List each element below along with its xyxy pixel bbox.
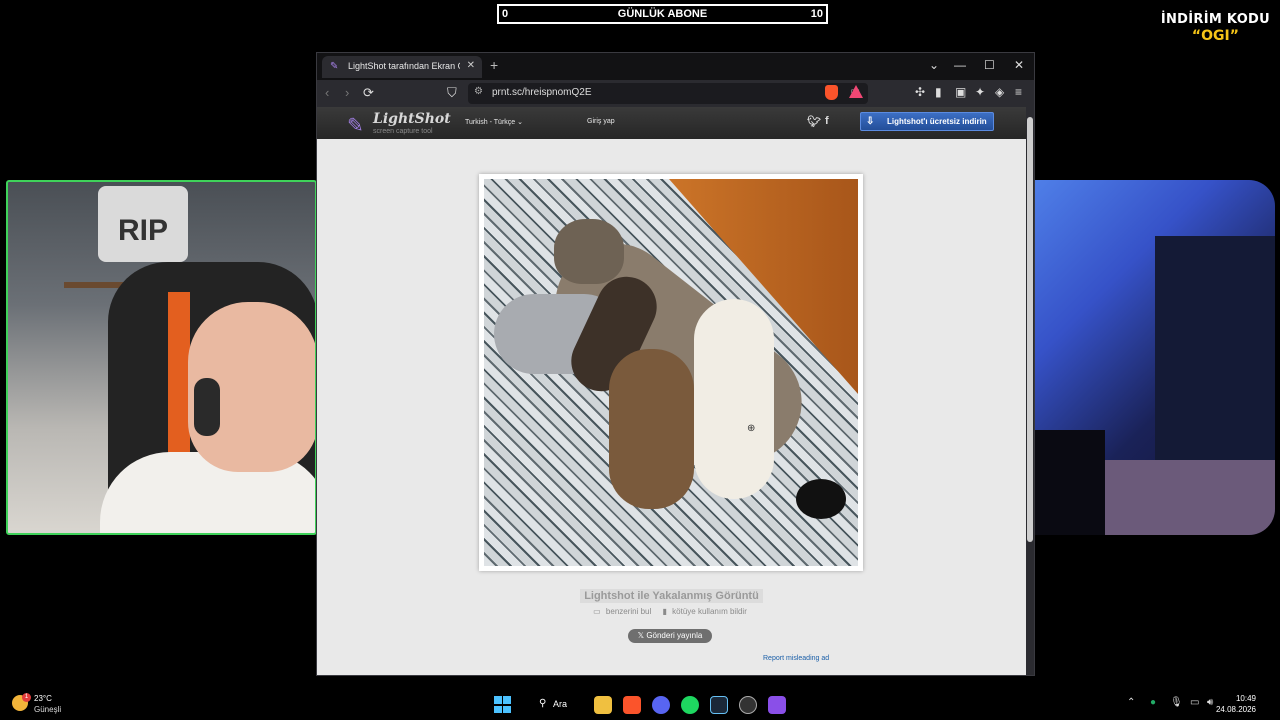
chevron-down-icon: ⌄ — [517, 119, 524, 126]
tab-strip: ✎ LightShot tarafından Ekran Görüntüsü ✕… — [317, 53, 1034, 80]
discord-icon[interactable] — [652, 696, 670, 714]
post-to-x-button[interactable]: 𝕏 Gönderi yayınla — [628, 629, 712, 643]
screenshot-image[interactable] — [484, 179, 858, 566]
brave-rewards-icon[interactable] — [849, 85, 863, 98]
windows-start-icon[interactable] — [494, 696, 511, 713]
close-tab-icon[interactable]: ✕ — [467, 60, 475, 71]
twitter-icon[interactable]: 🐦︎ — [807, 115, 821, 128]
logo-tagline: screen capture tool — [373, 128, 433, 135]
back-icon[interactable]: ‹ — [325, 85, 329, 100]
room-camera — [1035, 180, 1275, 535]
spotify-icon[interactable] — [681, 696, 699, 714]
download-button[interactable]: ⇩ Lightshot'ı ücretsiz indirin — [860, 112, 994, 131]
brown-kitten — [609, 349, 694, 509]
address-bar[interactable]: ⚙ prnt.sc/hreispnomQ2E ▭ — [468, 83, 868, 104]
sidebar-icon[interactable]: ▮ — [935, 85, 942, 99]
promo-code: “OGI” — [1191, 28, 1239, 44]
image-caption: Lightshot ile Yakalanmış Görüntü — [317, 586, 1026, 604]
curtain — [1155, 236, 1275, 481]
leo-ai-icon[interactable]: ✦ — [975, 85, 985, 99]
new-tab-button[interactable]: + — [490, 57, 498, 73]
dark-object — [1035, 430, 1105, 535]
status-icon[interactable]: ● — [1150, 697, 1156, 708]
x-logo-icon: 𝕏 — [637, 631, 647, 640]
image-actions: ▭ benzerini bul ▮ kötüye kullanım bildir — [317, 607, 1026, 616]
streamer-webcam: RIP — [6, 180, 317, 535]
extensions-icon[interactable]: ✣ — [915, 85, 925, 99]
menu-icon[interactable]: ≡ — [1015, 85, 1022, 99]
screenshot-frame — [479, 174, 863, 571]
search-label: Ara — [553, 699, 568, 709]
clock-date: 24.08.2026 — [1215, 705, 1256, 714]
bed — [1075, 460, 1275, 535]
cat-tail — [796, 479, 846, 519]
file-explorer-icon[interactable] — [594, 696, 612, 714]
microphone-icon[interactable]: 🎙︎ — [1170, 697, 1183, 708]
lightshot-header: ✎ LightShot screen capture tool Turkish … — [317, 107, 1026, 139]
weather-temp: 23°C — [34, 694, 52, 703]
browser-window: ✎ LightShot tarafından Ekran Görüntüsü ✕… — [316, 52, 1035, 676]
taskbar: 1 23°C Güneşli ⚲ Ara ⌃ ● 🎙︎ ▭ 🔊︎ 10:49 2… — [0, 688, 1280, 720]
language-select[interactable]: Turkish - Türkçe ⌄ — [465, 118, 523, 126]
mother-cat-head — [554, 219, 624, 284]
counter-label: GÜNLÜK ABONE — [617, 8, 708, 20]
headset — [194, 378, 220, 436]
volume-icon[interactable]: 🔊︎ — [1207, 697, 1213, 708]
post-label: Gönderi yayınla — [646, 631, 703, 640]
promo-title: İNDİRİM KODU — [1160, 12, 1270, 27]
brave-browser-icon[interactable] — [623, 696, 641, 714]
scrollbar[interactable] — [1026, 107, 1034, 675]
download-label: Lightshot'ı ücretsiz indirin — [887, 117, 987, 126]
facebook-icon[interactable]: f — [825, 115, 829, 127]
report-abuse-link[interactable]: ▮ kötüye kullanım bildir — [663, 607, 750, 616]
feather-icon: ✎ — [330, 61, 339, 72]
web-page: ✎ LightShot screen capture tool Turkish … — [317, 107, 1026, 675]
system-clock[interactable]: 10:49 24.08.2026 — [1216, 693, 1256, 715]
search-icon: ⚲ — [539, 698, 547, 709]
clock-time: 10:49 — [1235, 694, 1256, 703]
tab-title: LightShot tarafından Ekran Görüntüsü — [348, 61, 460, 71]
discount-code-promo: İNDİRİM KODU “OGI” — [1161, 12, 1270, 44]
daily-subscriber-counter: 0 GÜNLÜK ABONE 10 — [497, 4, 828, 24]
scrollbar-thumb[interactable] — [1027, 117, 1033, 542]
tab-lightshot[interactable]: ✎ LightShot tarafından Ekran Görüntüsü ✕ — [322, 56, 482, 78]
logo-name: LightShot — [373, 111, 451, 127]
counter-right-value: 10 — [810, 8, 823, 20]
brave-shields-icon[interactable] — [825, 85, 838, 100]
wallet-icon[interactable]: ▣ — [955, 85, 966, 99]
weather-condition: Güneşli — [34, 705, 62, 714]
chevron-up-icon[interactable]: ⌃ — [1127, 697, 1135, 708]
notification-badge: 1 — [22, 693, 31, 702]
url-text[interactable]: prnt.sc/hreispnomQ2E — [492, 87, 592, 98]
obs-icon[interactable] — [768, 696, 786, 714]
minimize-button[interactable]: — — [954, 58, 966, 72]
similar-label: benzerini bul — [605, 607, 652, 616]
maximize-button[interactable]: ☐ — [984, 58, 995, 72]
browser-toolbar: ‹ › ⟳ ⛉ ⚙ prnt.sc/hreispnomQ2E ▭ ✣ ▮ ▣ ✦… — [317, 80, 1034, 107]
zoom-cursor-icon: ⊕ — [747, 423, 756, 434]
taskbar-search[interactable]: ⚲ Ara — [529, 696, 585, 714]
report-ad-link[interactable]: Report misleading ad — [763, 655, 829, 662]
feather-logo-icon: ✎ — [347, 115, 364, 137]
network-icon[interactable]: ▭ — [1190, 697, 1199, 708]
login-link[interactable]: Giriş yap — [587, 118, 615, 125]
reload-icon[interactable]: ⟳ — [363, 85, 374, 101]
site-info-icon[interactable]: ⚙ — [474, 86, 483, 97]
report-label: kötüye kullanım bildir — [672, 607, 747, 616]
tab-search-icon[interactable]: ⌄ — [929, 58, 939, 72]
caption-text: Lightshot ile Yakalanmış Görüntü — [580, 589, 763, 603]
language-label: Turkish - Türkçe — [465, 119, 516, 126]
similar-link[interactable]: ▭ benzerini bul — [593, 607, 654, 616]
white-kitten — [694, 299, 774, 499]
vpn-shield-icon[interactable]: ◈ — [995, 85, 1004, 99]
forward-icon[interactable]: › — [345, 85, 349, 100]
download-icon: ⇩ — [866, 116, 875, 127]
steam-icon[interactable] — [710, 696, 728, 714]
close-window-button[interactable]: ✕ — [1014, 58, 1024, 72]
rip-sign: RIP — [98, 186, 188, 262]
bookmark-icon[interactable]: ⛉ — [447, 85, 457, 101]
app-icon[interactable] — [739, 696, 757, 714]
